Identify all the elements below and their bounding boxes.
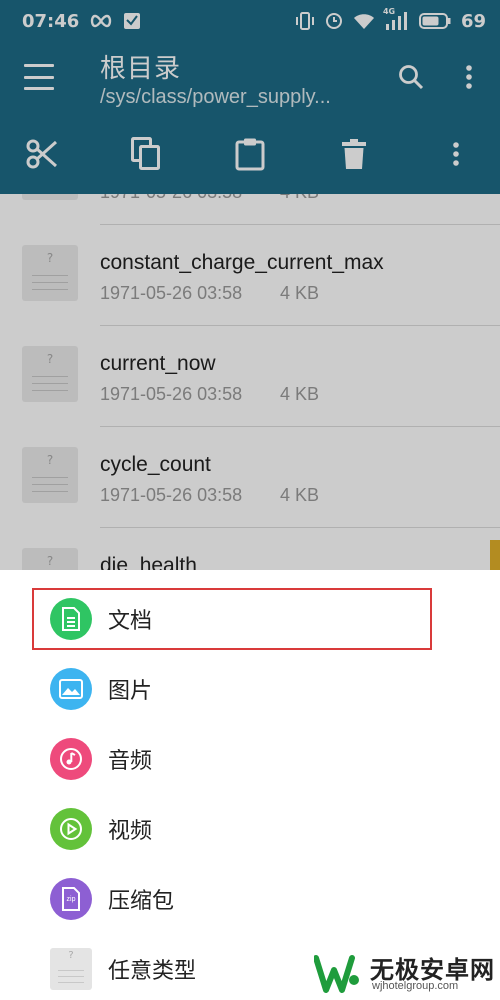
watermark-logo-icon — [313, 952, 362, 996]
unknown-file-icon: ? — [50, 948, 92, 990]
zip-glyph: zip — [66, 896, 76, 903]
sheet-item-archive[interactable]: zip 压缩包 — [0, 864, 500, 934]
image-icon — [50, 668, 92, 710]
sheet-item-document[interactable]: 文档 — [0, 584, 500, 654]
sheet-item-image[interactable]: 图片 — [0, 654, 500, 724]
sheet-item-label: 任意类型 — [108, 959, 197, 984]
dim-overlay[interactable] — [0, 0, 500, 570]
file-type-sheet: 文档 图片 音频 视频 zip 压缩包 ? 任意类型 — [0, 570, 500, 1000]
sheet-item-label: 图片 — [108, 679, 153, 704]
watermark: 无极安卓网 wjhotelgroup.com — [313, 948, 500, 1000]
sheet-item-label: 音频 — [108, 749, 153, 774]
sheet-item-label: 压缩包 — [108, 889, 175, 914]
sheet-item-label: 文档 — [108, 609, 153, 634]
document-icon — [50, 598, 92, 640]
music-icon — [50, 738, 92, 780]
sheet-item-label: 视频 — [108, 819, 153, 844]
video-icon — [50, 808, 92, 850]
sheet-item-video[interactable]: 视频 — [0, 794, 500, 864]
watermark-url: wjhotelgroup.com — [372, 980, 459, 992]
zip-icon: zip — [50, 878, 92, 920]
sheet-item-audio[interactable]: 音频 — [0, 724, 500, 794]
